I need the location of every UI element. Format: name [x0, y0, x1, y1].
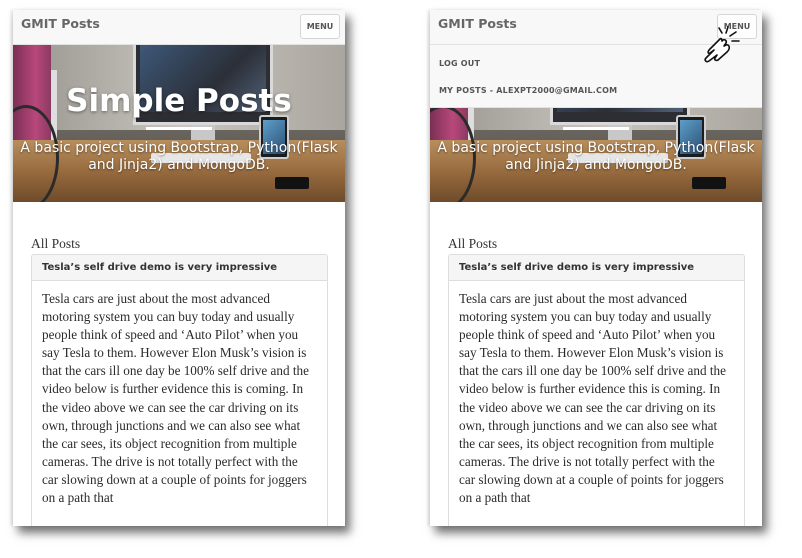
hero-banner: Simple Posts A basic project using Boots… — [13, 45, 345, 202]
menu-toggle-button[interactable]: MENU — [300, 14, 340, 39]
navbar-brand[interactable]: GMIT Posts — [438, 16, 517, 31]
post-body: Tesla cars are just about the most advan… — [42, 291, 309, 506]
post-title[interactable]: Tesla’s self drive demo is very impressi… — [449, 255, 744, 281]
post-title[interactable]: Tesla’s self drive demo is very impressi… — [32, 255, 327, 281]
hero-background-image: Simple Posts A basic project using Boots… — [13, 45, 345, 202]
my-posts-link[interactable]: MY POSTS - ALEXPT2000@GMAIL.COM — [439, 86, 617, 95]
hero-divider — [146, 127, 212, 130]
phone-screenshot-menu-open: GMIT Posts MENU LOG OUT MY POSTS - ALEXP… — [430, 10, 762, 526]
hero-banner: A basic project using Bootstrap, Python(… — [430, 107, 762, 202]
hero-divider — [563, 127, 629, 130]
hero-background-image: A basic project using Bootstrap, Python(… — [430, 107, 762, 202]
hero-title: Simple Posts — [66, 83, 292, 119]
logout-link[interactable]: LOG OUT — [439, 59, 480, 68]
navbar: GMIT Posts MENU — [13, 10, 345, 45]
pointing-hand-click-icon — [704, 26, 740, 63]
phone-screenshot-menu-closed: GMIT Posts MENU Simple Posts A basic pro… — [13, 10, 345, 526]
posts-heading: All Posts — [31, 236, 81, 251]
navbar-brand[interactable]: GMIT Posts — [21, 16, 100, 31]
post-card: Tesla’s self drive demo is very impressi… — [31, 254, 328, 526]
post-body: Tesla cars are just about the most advan… — [459, 291, 726, 506]
hero-subtitle: A basic project using Bootstrap, Python(… — [437, 140, 755, 173]
hero-subtitle: A basic project using Bootstrap, Python(… — [20, 140, 338, 173]
posts-heading: All Posts — [448, 236, 498, 251]
post-card: Tesla’s self drive demo is very impressi… — [448, 254, 745, 526]
